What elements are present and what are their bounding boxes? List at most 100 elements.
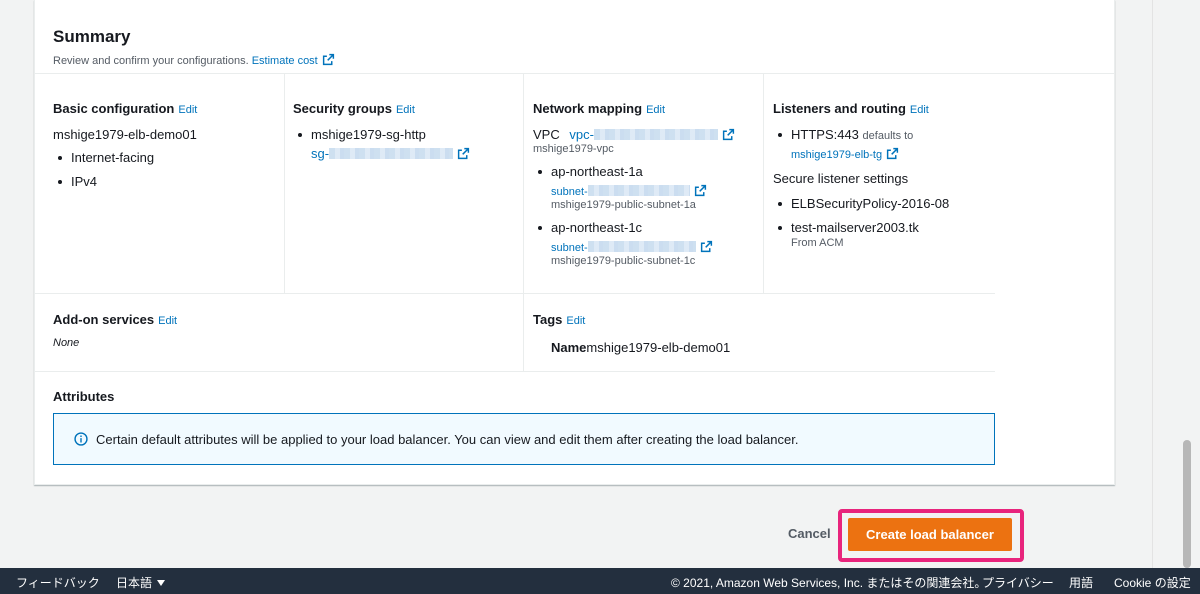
target-group-link[interactable]: mshige1979-elb-tg [791,147,899,161]
security-groups-label: Security groups [293,101,392,116]
availability-zone-name: ap-northeast-1c [551,220,643,235]
external-link-icon [700,240,713,253]
caret-down-icon [157,580,166,586]
subnet-id: subnet- [551,186,588,198]
attributes-section: Attributes [53,389,353,404]
console-footer: フィードバック 日本語 © 2021, Amazon Web Services,… [0,568,1200,594]
estimate-cost-label: Estimate cost [251,55,318,67]
vpc-label: VPC [533,127,560,142]
security-group-id: sg- [311,146,330,161]
tags-edit-link[interactable]: Edit [566,315,585,327]
summary-description-text: Review and confirm your configurations. [53,55,249,67]
listeners-routing-title: Listeners and routing Edit [773,101,998,116]
vpc-id: vpc- [569,127,594,142]
subnet-id-link[interactable]: subnet- [551,240,713,254]
basic-configuration-label: Basic configuration [53,101,175,116]
certificate-item: test-mailserver2003.tk From ACM [773,220,998,249]
row-divider [35,293,995,294]
external-link-icon [722,128,735,141]
addon-services-value: None [53,337,80,349]
external-link-icon [694,184,707,197]
tag-row: Namemshige1979-elb-demo01 [533,340,993,355]
info-icon [74,432,88,446]
summary-panel: Summary Review and confirm your configur… [34,0,1115,485]
listeners-routing-label: Listeners and routing [773,101,906,116]
security-group-name: mshige1979-sg-http [311,127,426,142]
attributes-info-alert: Certain default attributes will be appli… [53,413,995,465]
terms-link[interactable]: 用語 [1069,574,1093,591]
scheme-item: Internet-facing [53,150,278,165]
attributes-info-text: Certain default attributes will be appli… [96,431,799,447]
secure-listener-settings-title: Secure listener settings [773,171,909,186]
addon-services-edit-link[interactable]: Edit [158,315,177,327]
external-link-icon [886,147,899,160]
summary-title: Summary [53,27,131,46]
certificate-source: From ACM [791,237,844,249]
privacy-link[interactable]: プライバシー [982,574,1054,591]
network-mapping-edit-link[interactable]: Edit [646,104,665,116]
summary-header: Summary Review and confirm your configur… [53,27,335,67]
target-group-row: mshige1979-elb-tg [791,146,998,161]
column-divider [523,74,524,371]
basic-configuration-section: Basic configuration Edit mshige1979-elb-d… [53,101,278,189]
external-link-icon [322,53,335,66]
availability-zone-name: ap-northeast-1a [551,164,643,179]
addon-services-label: Add-on services [53,312,155,327]
scrollbar-thumb[interactable] [1183,440,1191,568]
security-groups-title: Security groups Edit [293,101,518,116]
basic-configuration-list: Internet-facing IPv4 [53,150,278,189]
secure-listener-list: ELBSecurityPolicy-2016-08 test-mailserve… [773,196,998,249]
vpc-id-link[interactable]: vpc- [569,127,735,142]
language-selector[interactable]: 日本語 [116,574,166,591]
column-divider [763,74,764,293]
redacted-id [593,129,718,140]
summary-description: Review and confirm your configurations. … [53,53,335,67]
row-divider [35,371,995,372]
subnet-id: subnet- [551,242,588,254]
tags-title: Tags Edit [533,312,993,327]
vpc-name: mshige1979-vpc [533,143,614,155]
cancel-button[interactable]: Cancel [788,526,831,541]
subnet-name: mshige1979-public-subnet-1a [551,199,696,211]
load-balancer-name: mshige1979-elb-demo01 [53,127,197,142]
create-load-balancer-button[interactable]: Create load balancer [848,518,1012,551]
target-group-name: mshige1979-elb-tg [791,149,883,161]
feedback-link[interactable]: フィードバック [16,574,100,591]
header-divider [35,73,1114,74]
defaults-to-text: defaults to [862,130,914,142]
basic-configuration-title: Basic configuration Edit [53,101,278,116]
basic-configuration-edit-link[interactable]: Edit [178,104,197,116]
estimate-cost-link[interactable]: Estimate cost [251,53,335,67]
redacted-id [587,241,696,252]
tag-key: Name [551,340,587,355]
external-link-icon [457,147,470,160]
security-group-item: mshige1979-sg-http sg- [293,127,518,161]
security-group-id-link[interactable]: sg- [311,146,470,161]
tags-label: Tags [533,312,563,327]
tag-value: mshige1979-elb-demo01 [586,340,731,355]
language-label: 日本語 [116,576,153,590]
listeners-list: HTTPS:443 defaults to mshige1979-elb-tg [773,127,998,161]
cookie-settings-link[interactable]: Cookie の設定 [1114,574,1191,591]
addon-services-section: Add-on services Edit None [53,312,513,349]
redacted-id [587,185,690,196]
scrollbar[interactable] [1152,0,1200,568]
attributes-title: Attributes [53,389,115,404]
redacted-id [329,148,454,159]
security-groups-list: mshige1979-sg-http sg- [293,127,518,161]
availability-zone-item: ap-northeast-1c subnet- mshige1979-publi… [533,220,758,267]
security-groups-section: Security groups Edit mshige1979-sg-http s… [293,101,518,161]
security-groups-edit-link[interactable]: Edit [396,104,415,116]
listener-item: HTTPS:443 defaults to mshige1979-elb-tg [773,127,998,161]
subnet-id-link[interactable]: subnet- [551,184,707,198]
subnet-name: mshige1979-public-subnet-1c [551,255,696,267]
availability-zones-list: ap-northeast-1a subnet- mshige1979-publi… [533,164,758,267]
vpc-row: VPC vpc- [533,127,758,142]
network-mapping-label: Network mapping [533,101,643,116]
security-policy-item: ELBSecurityPolicy-2016-08 [773,196,998,211]
listeners-routing-edit-link[interactable]: Edit [910,104,929,116]
addon-services-title: Add-on services Edit [53,312,513,327]
network-mapping-section: Network mapping Edit VPC vpc- mshige1979-… [533,101,758,267]
tags-section: Tags Edit Namemshige1979-elb-demo01 [533,312,993,355]
copyright-text: © 2021, Amazon Web Services, Inc. またはその関… [671,576,987,590]
